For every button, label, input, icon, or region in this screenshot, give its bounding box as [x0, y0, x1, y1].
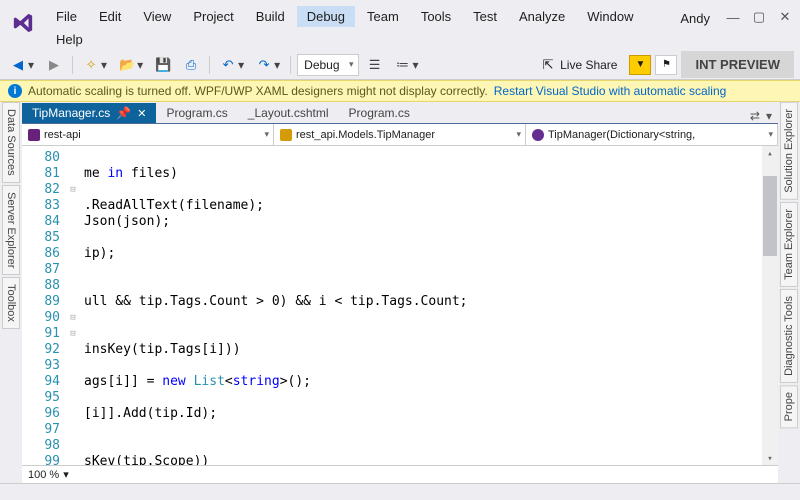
info-icon: i: [8, 84, 22, 98]
live-share-icon: ⇱: [540, 57, 556, 73]
config-combo[interactable]: Debug: [297, 54, 358, 76]
menu-test[interactable]: Test: [463, 6, 507, 27]
close-button[interactable]: ✕: [776, 8, 794, 26]
tab-layout[interactable]: _Layout.cshtml: [238, 103, 339, 123]
nav-fwd-button[interactable]: ▶: [42, 55, 66, 75]
menu-help[interactable]: Help: [46, 29, 93, 50]
menu-tools[interactable]: Tools: [411, 6, 461, 27]
minimize-button[interactable]: —: [724, 8, 742, 26]
line-gutter: 8081828384858687888990919293949596979899: [22, 146, 66, 465]
pin-icon[interactable]: 📌: [116, 106, 131, 120]
scroll-down-icon[interactable]: ▾: [763, 451, 777, 465]
panel-solution-explorer[interactable]: Solution Explorer: [780, 102, 798, 200]
menu-build[interactable]: Build: [246, 6, 295, 27]
tab-dropdown-icon[interactable]: ▾: [766, 109, 772, 123]
save-button[interactable]: 💾: [151, 55, 175, 75]
redo-button[interactable]: ↷▾: [252, 55, 284, 75]
tab-overflow-icon[interactable]: ⇄: [750, 109, 760, 123]
code-editor[interactable]: 8081828384858687888990919293949596979899…: [22, 146, 778, 465]
menu-team[interactable]: Team: [357, 6, 409, 27]
save-all-button[interactable]: ⎙: [179, 55, 203, 75]
indent-button[interactable]: ≔▾: [391, 55, 423, 75]
new-item-button[interactable]: ✧▾: [79, 55, 111, 75]
info-text: Automatic scaling is turned off. WPF/UWP…: [28, 84, 488, 98]
main-menu-bar: File Edit View Project Build Debug Team …: [46, 4, 674, 50]
flag-button[interactable]: ⚑: [655, 55, 677, 75]
menu-file[interactable]: File: [46, 6, 87, 27]
open-button[interactable]: 📂▾: [115, 55, 147, 75]
panel-properties[interactable]: Prope: [780, 385, 798, 428]
nav-bar: rest-api rest_api.Models.TipManager TipM…: [22, 124, 778, 146]
menu-debug[interactable]: Debug: [297, 6, 355, 27]
menu-edit[interactable]: Edit: [89, 6, 131, 27]
main-toolbar: ◀▾ ▶ ✧▾ 📂▾ 💾 ⎙ ↶▾ ↷▾ Debug ☰ ≔▾ ⇱ Live S…: [0, 50, 800, 80]
editor-footer: 100 %▾: [22, 465, 778, 483]
live-share-button[interactable]: ⇱ Live Share: [532, 57, 625, 73]
info-link[interactable]: Restart Visual Studio with automatic sca…: [494, 84, 727, 98]
undo-button[interactable]: ↶▾: [216, 55, 248, 75]
maximize-button[interactable]: ▢: [750, 8, 768, 26]
scroll-thumb[interactable]: [763, 176, 777, 256]
scroll-up-icon[interactable]: ▴: [763, 146, 777, 160]
vs-logo-icon: [8, 8, 38, 38]
menu-view[interactable]: View: [133, 6, 181, 27]
nav-member-combo[interactable]: TipManager(Dictionary<string,: [526, 124, 778, 145]
tab-program2[interactable]: Program.cs: [339, 103, 420, 123]
filter-button[interactable]: ▼: [629, 55, 651, 75]
panel-diagnostic-tools[interactable]: Diagnostic Tools: [780, 289, 798, 383]
info-bar: i Automatic scaling is turned off. WPF/U…: [0, 80, 800, 102]
status-bar: [0, 483, 800, 500]
menu-analyze[interactable]: Analyze: [509, 6, 575, 27]
nav-back-button[interactable]: ◀▾: [6, 55, 38, 75]
user-name[interactable]: Andy: [674, 8, 716, 29]
panel-toolbox[interactable]: Toolbox: [2, 277, 20, 329]
zoom-control[interactable]: 100 %▾: [28, 468, 69, 481]
document-tabs: TipManager.cs 📌 ✕ Program.cs _Layout.csh…: [22, 102, 778, 124]
panel-data-sources[interactable]: Data Sources: [2, 102, 20, 183]
nav-project-combo[interactable]: rest-api: [22, 124, 274, 145]
int-preview-badge: INT PREVIEW: [681, 51, 794, 78]
panel-server-explorer[interactable]: Server Explorer: [2, 185, 20, 275]
close-icon[interactable]: ✕: [137, 107, 146, 120]
tab-program1[interactable]: Program.cs: [156, 103, 237, 123]
left-side-panels: Data Sources Server Explorer Toolbox: [0, 102, 22, 483]
menu-project[interactable]: Project: [183, 6, 243, 27]
vertical-scrollbar[interactable]: ▴ ▾: [762, 146, 778, 465]
right-side-panels: Solution Explorer Team Explorer Diagnost…: [778, 102, 800, 483]
tab-tipmanager[interactable]: TipManager.cs 📌 ✕: [22, 103, 156, 123]
bullets-button[interactable]: ☰: [363, 55, 387, 75]
code-area[interactable]: me in files) .ReadAllText(filename);Json…: [80, 146, 762, 465]
fold-column[interactable]: ⊟⊟⊟: [66, 146, 80, 465]
nav-class-combo[interactable]: rest_api.Models.TipManager: [274, 124, 526, 145]
menu-window[interactable]: Window: [577, 6, 643, 27]
panel-team-explorer[interactable]: Team Explorer: [780, 202, 798, 287]
